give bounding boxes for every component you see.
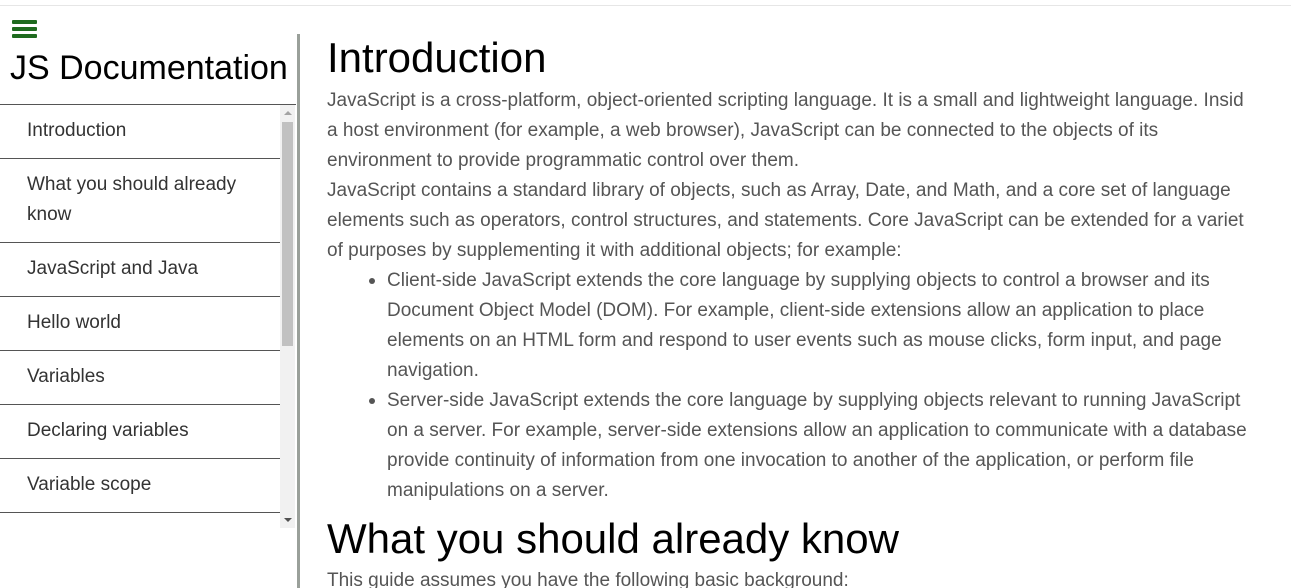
scroll-up-arrow-icon[interactable] — [284, 111, 292, 115]
nav-link-variables[interactable]: Variables — [0, 351, 280, 405]
text-line: Server-side JavaScript extends the core … — [387, 390, 1241, 411]
scroll-down-arrow-icon[interactable] — [284, 518, 292, 522]
text-line: Client-side JavaScript extends the core … — [387, 270, 1210, 291]
text-line: JavaScript is a cross-platform, object-o… — [327, 90, 1244, 111]
bullet-server-side: Server-side JavaScript extends the core … — [369, 386, 1291, 506]
text-line: navigation. — [387, 360, 479, 381]
text-line: a host environment (for example, a web b… — [327, 120, 1159, 141]
nav-list-container[interactable]: Introduction What you should already kno… — [0, 104, 296, 529]
section-heading-introduction: Introduction — [327, 34, 547, 81]
text-line: elements such as operators, control stru… — [327, 210, 1244, 231]
menu-bar — [12, 20, 37, 24]
nav-scrollbar[interactable] — [280, 105, 295, 528]
nav-link-declaring-variables[interactable]: Declaring variables — [0, 405, 280, 459]
nav-link-global-variables[interactable]: Global variables — [0, 513, 280, 529]
nav-link-what-you-should-already-know[interactable]: What you should already know — [0, 159, 280, 243]
nav-title: JS Documentation — [10, 49, 288, 87]
text-line: of purposes by supplementing it with add… — [327, 240, 902, 261]
nav-link-hello-world[interactable]: Hello world — [0, 297, 280, 351]
text-line: manipulations on a server. — [387, 480, 609, 501]
nav-link-variable-scope[interactable]: Variable scope — [0, 459, 280, 513]
text-line: elements on an HTML form and respond to … — [387, 330, 1222, 351]
intro-bullet-list: Client-side JavaScript extends the core … — [327, 266, 1291, 506]
text-line: Document Object Model (DOM). For example… — [387, 300, 1205, 321]
navbar-divider — [297, 34, 300, 588]
nav-link-javascript-and-java[interactable]: JavaScript and Java — [0, 243, 280, 297]
hamburger-menu-icon[interactable] — [12, 20, 37, 38]
section-heading-what-you-should-already-know: What you should already know — [327, 515, 899, 562]
menu-bar — [12, 34, 37, 38]
nav-list: Introduction What you should already kno… — [0, 105, 280, 529]
nav-link-introduction[interactable]: Introduction — [0, 105, 280, 159]
top-border — [0, 5, 1291, 6]
bullet-client-side: Client-side JavaScript extends the core … — [369, 266, 1291, 386]
text-line: environment to provide programmatic cont… — [327, 150, 800, 171]
text-line: JavaScript contains a standard library o… — [327, 180, 1231, 201]
section-what-you-should-already-know: What you should already know This guide … — [327, 512, 1291, 588]
scroll-thumb[interactable] — [282, 122, 293, 346]
text-line: on a server. For example, server-side ex… — [387, 420, 1247, 441]
text-line: provide continuity of information from o… — [387, 450, 1194, 471]
intro-paragraph-1: JavaScript is a cross-platform, object-o… — [327, 86, 1291, 176]
main-doc: Introduction JavaScript is a cross-platf… — [327, 30, 1291, 588]
know-paragraph-1: This guide assumes you have the followin… — [327, 570, 849, 588]
menu-bar — [12, 27, 37, 31]
intro-paragraph-2: JavaScript contains a standard library o… — [327, 176, 1291, 266]
section-introduction: Introduction JavaScript is a cross-platf… — [327, 30, 1291, 506]
